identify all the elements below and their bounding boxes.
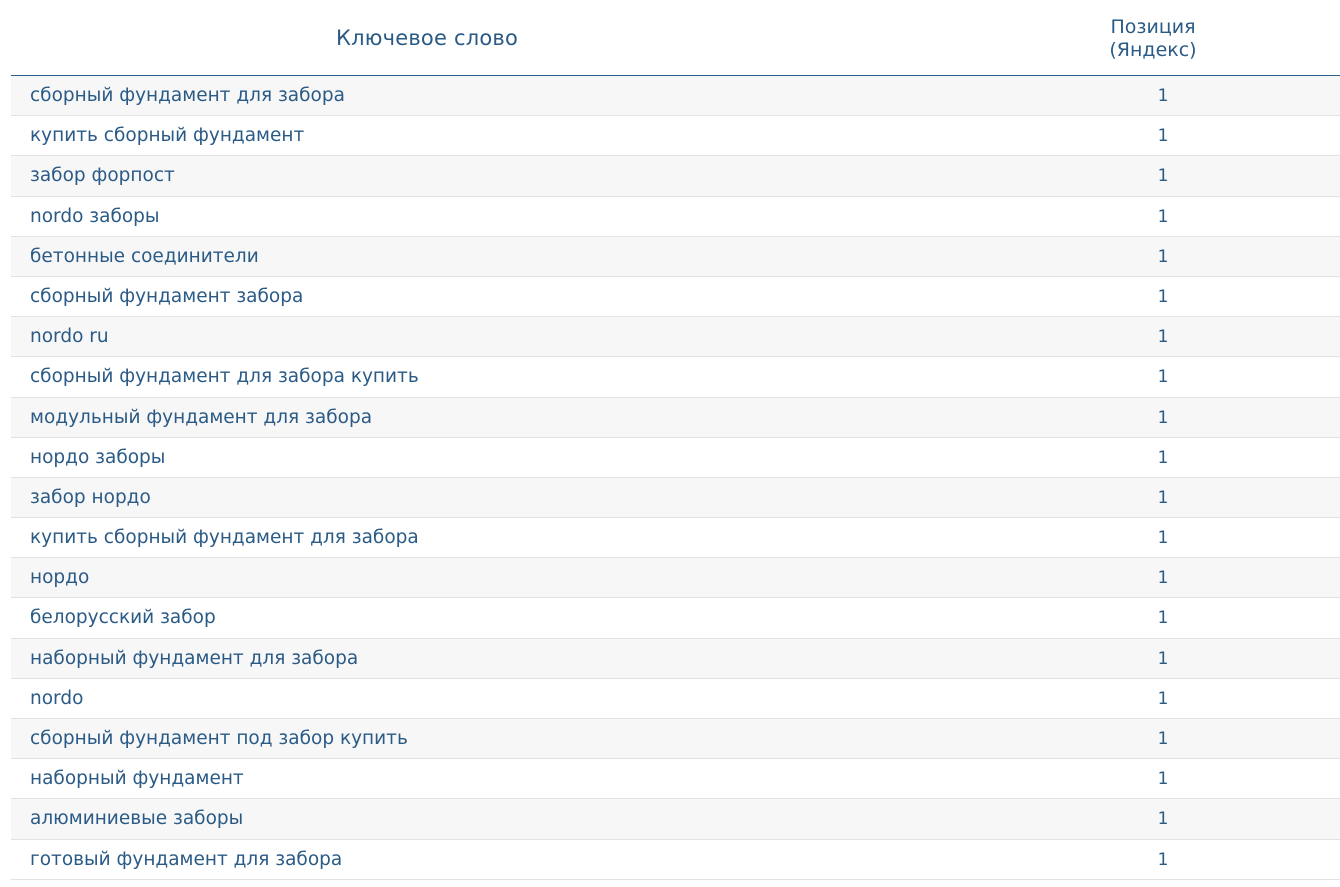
position-cell: 1: [1157, 166, 1169, 187]
keyword-cell: наборный фундамент: [30, 768, 244, 790]
keyword-cell: сборный фундамент под забор купить: [30, 728, 408, 749]
header-position-line2: (Яндекс): [1109, 39, 1197, 61]
table-row: нордо заборы 1: [11, 437, 1340, 478]
position-cell: 1: [1157, 286, 1169, 307]
table-row: сборный фундамент забора 1: [11, 276, 1340, 318]
keyword-cell: бетонные соединители: [30, 245, 259, 267]
position-cell: 1: [1157, 447, 1169, 468]
position-cell: 1: [1157, 327, 1169, 348]
table-row: модульный фундамент для забора 1: [11, 397, 1340, 438]
position-cell: 1: [1157, 206, 1169, 227]
table-body: сборный фундамент для забора 1 купить сбор…: [11, 76, 1340, 880]
position-cell: 1: [1157, 86, 1169, 106]
table-row: сборный фундамент для забора 1: [11, 76, 1340, 117]
position-cell: 1: [1157, 729, 1169, 749]
position-cell: 1: [1157, 367, 1169, 388]
keyword-cell: нордо заборы: [30, 446, 166, 468]
keyword-cell: сборный фундамент для забора купить: [30, 366, 419, 388]
position-cell: 1: [1157, 849, 1169, 870]
table-row: забор нордо 1: [11, 477, 1340, 519]
position-cell: 1: [1157, 126, 1169, 147]
keyword-cell: купить сборный фундамент: [30, 125, 305, 147]
table-row: бетонные соединители 1: [11, 236, 1340, 277]
position-cell: 1: [1157, 688, 1169, 709]
table-row: нордо 1: [11, 558, 1340, 599]
table-row: nordo 1: [11, 678, 1340, 719]
keyword-cell: купить сборный фундамент для забора: [30, 527, 419, 549]
table-row: белорусский забор 1: [11, 598, 1340, 639]
keyword-cell: наборный фундамент для забора: [30, 647, 359, 669]
table-row: купить сборный фундамент для забора 1: [11, 518, 1340, 559]
table-row: алюминиевые заборы 1: [11, 799, 1340, 840]
keyword-cell: белорусский забор: [30, 607, 216, 629]
keyword-cell: нордо: [30, 567, 90, 589]
keyword-cell: nordo ru: [30, 326, 109, 348]
table-row: забор форпост 1: [11, 156, 1340, 197]
keyword-cell: модульный фундамент для забора: [30, 406, 373, 428]
table-row: готовый фундамент для забора 1: [11, 839, 1340, 880]
keywords-table: Ключевое слово Позиция (Яндекс) сборный …: [11, 0, 1340, 880]
table-row: купить сборный фундамент 1: [11, 116, 1340, 157]
keyword-cell: сборный фундамент забора: [30, 285, 304, 307]
position-cell: 1: [1157, 608, 1169, 629]
table-row: nordo заборы 1: [11, 196, 1340, 237]
position-cell: 1: [1157, 528, 1169, 549]
position-cell: 1: [1157, 568, 1169, 589]
keyword-cell: забор форпост: [30, 165, 175, 187]
position-cell: 1: [1157, 407, 1169, 428]
table-row: наборный фундамент 1: [11, 759, 1340, 800]
keyword-cell: nordo заборы: [30, 205, 160, 227]
keyword-cell: готовый фундамент для забора: [30, 848, 343, 870]
table-row: сборный фундамент под забор купить 1: [11, 719, 1340, 760]
keyword-cell: сборный фундамент для забора: [30, 85, 345, 106]
header-position-line1: Позиция: [1110, 16, 1196, 38]
position-cell: 1: [1157, 487, 1169, 508]
keyword-cell: алюминиевые заборы: [30, 808, 244, 830]
header-keyword[interactable]: Ключевое слово: [11, 0, 843, 75]
table-row: наборный фундамент для забора 1: [11, 638, 1340, 679]
keyword-cell: nordo: [30, 687, 84, 709]
position-cell: 1: [1157, 809, 1169, 830]
header-position[interactable]: Позиция (Яндекс): [1103, 16, 1203, 62]
keyword-cell: забор нордо: [30, 486, 151, 508]
table-row: сборный фундамент для забора купить 1: [11, 357, 1340, 398]
position-cell: 1: [1157, 769, 1169, 790]
table-row: nordo ru 1: [11, 317, 1340, 358]
table-header: Ключевое слово Позиция (Яндекс): [11, 0, 1340, 76]
position-cell: 1: [1157, 648, 1169, 669]
position-cell: 1: [1157, 246, 1169, 267]
